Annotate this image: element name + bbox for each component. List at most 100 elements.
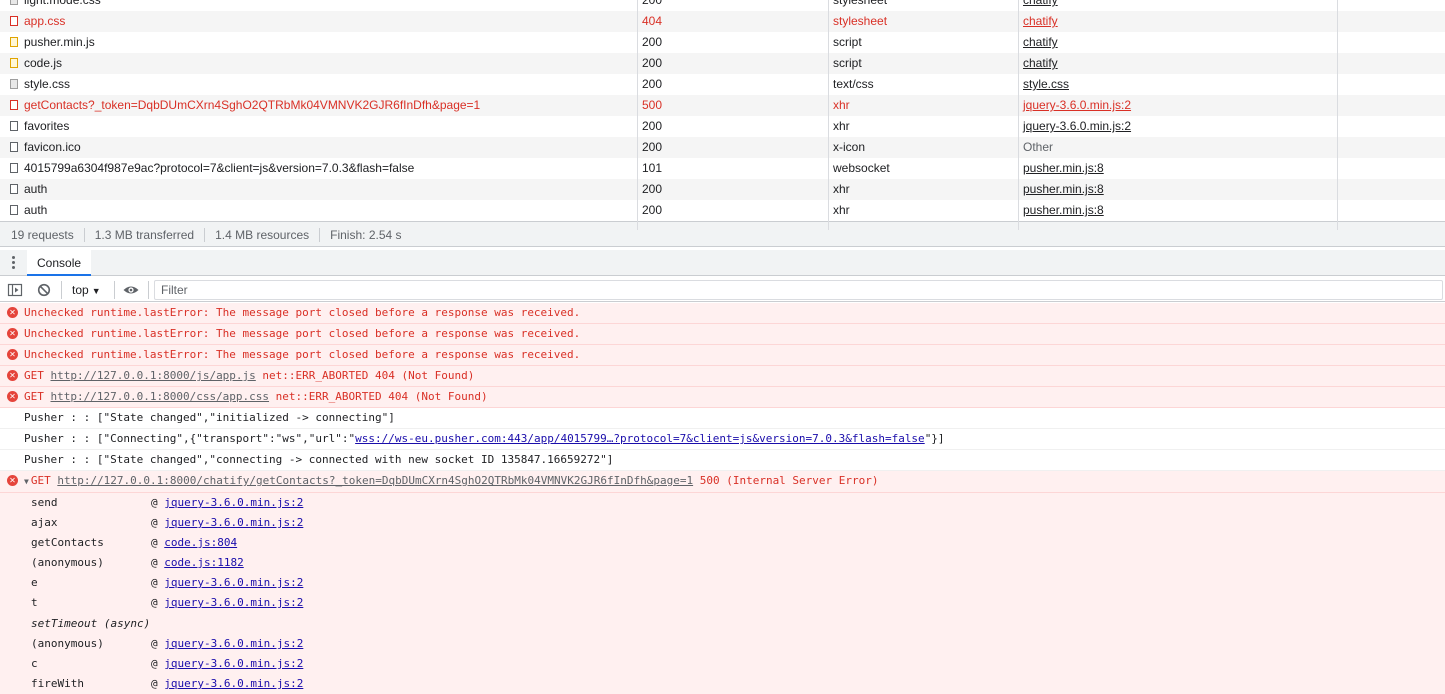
xhr-file-icon xyxy=(10,121,18,131)
request-name-cell[interactable]: getContacts?_token=DqbDUmCXrn4SghO2QTRbM… xyxy=(4,95,636,116)
stack-function-name: ajax xyxy=(31,516,58,529)
console-toolbar: top ▼ xyxy=(0,278,1445,302)
request-name-cell[interactable]: style.css xyxy=(4,74,636,95)
message-prefix: GET xyxy=(24,390,51,403)
initiator-link[interactable]: chatify xyxy=(1023,0,1058,7)
caret-down-icon: ▼ xyxy=(91,286,101,296)
stack-source-link[interactable]: jquery-3.6.0.min.js:2 xyxy=(164,516,303,529)
request-initiator: jquery-3.6.0.min.js:2 xyxy=(1019,116,1337,137)
initiator-link[interactable]: pusher.min.js:8 xyxy=(1023,161,1104,175)
initiator-link[interactable]: chatify xyxy=(1023,35,1058,49)
console-log-message[interactable]: Pusher : : ["Connecting",{"transport":"w… xyxy=(0,429,1445,450)
request-name-cell[interactable]: favicon.ico xyxy=(4,137,636,158)
request-name: getContacts?_token=DqbDUmCXrn4SghO2QTRbM… xyxy=(24,98,481,112)
request-name-cell[interactable]: favorites xyxy=(4,116,636,137)
network-row[interactable]: favicon.ico 200 x-icon Other xyxy=(0,137,1445,158)
live-expression-eye-icon[interactable] xyxy=(122,281,140,299)
stack-source-link[interactable]: jquery-3.6.0.min.js:2 xyxy=(164,596,303,609)
console-log-message[interactable]: Pusher : : ["State changed","connecting … xyxy=(0,450,1445,471)
css-file-icon xyxy=(10,0,18,5)
request-initiator: pusher.min.js:8 xyxy=(1019,158,1337,179)
network-row[interactable]: getContacts?_token=DqbDUmCXrn4SghO2QTRbM… xyxy=(0,95,1445,116)
stack-function-name: e xyxy=(31,576,38,589)
request-name-cell[interactable]: light.mode.css xyxy=(4,0,636,11)
initiator-link[interactable]: jquery-3.6.0.min.js:2 xyxy=(1023,119,1131,133)
console-error-message[interactable]: ✕ Unchecked runtime.lastError: The messag… xyxy=(0,303,1445,324)
network-row[interactable]: code.js 200 script chatify xyxy=(0,53,1445,74)
expand-caret-icon[interactable]: ▼ xyxy=(24,477,29,486)
at-symbol: @ xyxy=(151,637,165,650)
request-type: x-icon xyxy=(833,140,866,154)
file-icon xyxy=(10,163,18,173)
initiator-link[interactable]: pusher.min.js:8 xyxy=(1023,182,1104,196)
tab-console[interactable]: Console xyxy=(27,250,92,276)
message-url-link[interactable]: http://127.0.0.1:8000/js/app.js xyxy=(51,369,256,382)
message-url-link[interactable]: http://127.0.0.1:8000/css/app.css xyxy=(51,390,270,403)
console-error-message[interactable]: ✕ GET http://127.0.0.1:8000/css/app.css n… xyxy=(0,387,1445,408)
at-symbol: @ xyxy=(151,496,165,509)
drawer-tab-bar: Console xyxy=(0,250,1445,276)
network-row[interactable]: light.mode.css 200 stylesheet chatify xyxy=(0,0,1445,11)
stack-source-link[interactable]: jquery-3.6.0.min.js:2 xyxy=(164,576,303,589)
at-symbol: @ xyxy=(151,556,165,569)
console-error-message[interactable]: ✕ Unchecked runtime.lastError: The messag… xyxy=(0,324,1445,345)
request-type: stylesheet xyxy=(833,14,888,28)
request-name-cell[interactable]: app.css xyxy=(4,11,636,32)
stack-source-link[interactable]: jquery-3.6.0.min.js:2 xyxy=(164,657,303,670)
context-selector-label: top xyxy=(72,283,89,297)
request-name-cell[interactable]: code.js xyxy=(4,53,636,74)
request-name-cell[interactable]: 4015799a6304f987e9ac?protocol=7&client=j… xyxy=(4,158,636,179)
stack-source-link[interactable]: jquery-3.6.0.min.js:2 xyxy=(164,496,303,509)
css-file-icon xyxy=(10,79,18,89)
message-text: Unchecked runtime.lastError: The message… xyxy=(24,348,581,361)
requests-count: 19 requests xyxy=(0,228,85,242)
xhr-file-icon xyxy=(10,100,18,110)
stack-source-link[interactable]: jquery-3.6.0.min.js:2 xyxy=(164,637,303,650)
console-error-message[interactable]: ✕ Unchecked runtime.lastError: The messag… xyxy=(0,345,1445,366)
js-file-icon xyxy=(10,58,18,68)
network-row[interactable]: app.css 404 stylesheet chatify xyxy=(0,11,1445,32)
request-name-cell[interactable]: auth xyxy=(4,179,636,200)
initiator-link[interactable]: pusher.min.js:8 xyxy=(1023,203,1104,217)
more-tools-kebab-icon[interactable] xyxy=(12,256,15,270)
request-name-cell[interactable]: pusher.min.js xyxy=(4,32,636,53)
stack-source-link[interactable]: code.js:1182 xyxy=(164,556,243,569)
stack-function-name: c xyxy=(31,657,38,670)
xhr-file-icon xyxy=(10,184,18,194)
request-initiator: pusher.min.js:8 xyxy=(1019,200,1337,221)
request-initiator: chatify xyxy=(1019,0,1337,11)
request-name: pusher.min.js xyxy=(24,35,95,49)
initiator-link[interactable]: chatify xyxy=(1023,14,1058,28)
request-status: 200 xyxy=(642,182,663,196)
request-initiator: chatify xyxy=(1019,32,1337,53)
network-row[interactable]: auth 200 xhr pusher.min.js:8 xyxy=(0,200,1445,221)
console-error-message[interactable]: ✕ GET http://127.0.0.1:8000/js/app.js net… xyxy=(0,366,1445,387)
message-url-link[interactable]: wss://ws-eu.pusher.com:443/app/4015799…?… xyxy=(355,432,925,445)
message-prefix: Pusher : : ["Connecting",{"transport":"w… xyxy=(24,432,356,445)
console-error-message[interactable]: ✕ ▼ GET http://127.0.0.1:8000/chatify/getC… xyxy=(0,471,1445,493)
request-type: xhr xyxy=(833,203,850,217)
stack-source-link[interactable]: code.js:804 xyxy=(164,536,237,549)
network-row[interactable]: style.css 200 text/css style.css xyxy=(0,74,1445,95)
request-name: code.js xyxy=(24,56,63,70)
stack-source-link[interactable]: jquery-3.6.0.min.js:2 xyxy=(164,677,303,690)
request-name-cell[interactable]: auth xyxy=(4,200,636,221)
context-selector[interactable]: top ▼ xyxy=(66,280,107,300)
console-filter-input[interactable] xyxy=(154,280,1443,300)
toolbar-divider xyxy=(61,281,62,299)
sidebar-toggle-icon[interactable] xyxy=(7,281,23,299)
network-row[interactable]: favorites 200 xhr jquery-3.6.0.min.js:2 xyxy=(0,116,1445,137)
css-file-icon xyxy=(10,16,18,26)
initiator-link[interactable]: jquery-3.6.0.min.js:2 xyxy=(1023,98,1131,112)
console-log-message[interactable]: Pusher : : ["State changed","initialized… xyxy=(0,408,1445,429)
message-url-link[interactable]: http://127.0.0.1:8000/chatify/getContact… xyxy=(57,474,693,487)
message-suffix: 500 (Internal Server Error) xyxy=(693,474,879,487)
request-status: 200 xyxy=(642,203,663,217)
clear-console-icon[interactable] xyxy=(36,281,52,299)
initiator-column-divider xyxy=(1018,0,1019,230)
network-row[interactable]: pusher.min.js 200 script chatify xyxy=(0,32,1445,53)
network-row[interactable]: 4015799a6304f987e9ac?protocol=7&client=j… xyxy=(0,158,1445,179)
network-row[interactable]: auth 200 xhr pusher.min.js:8 xyxy=(0,179,1445,200)
initiator-link[interactable]: chatify xyxy=(1023,56,1058,70)
initiator-link[interactable]: style.css xyxy=(1023,77,1069,91)
